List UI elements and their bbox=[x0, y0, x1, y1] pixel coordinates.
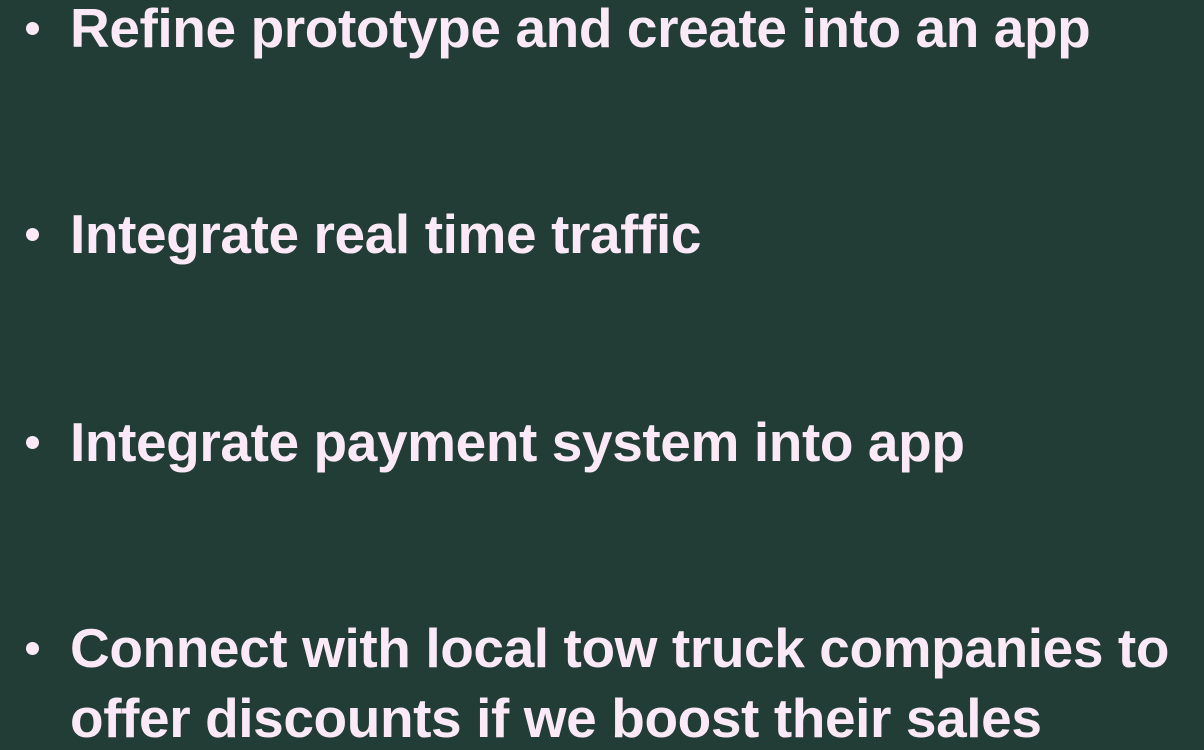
bullet-text: Connect with local tow truck companies t… bbox=[70, 617, 1170, 749]
bullet-point-icon bbox=[26, 436, 39, 449]
bullet-text: Refine prototype and create into an app bbox=[70, 0, 1091, 59]
slide: Refine prototype and create into an app … bbox=[0, 0, 1204, 750]
bullet-text: Integrate payment system into app bbox=[70, 411, 965, 473]
bullet-point-icon bbox=[26, 22, 39, 35]
bullet-text: Integrate real time traffic bbox=[70, 203, 702, 265]
bullet-point-icon bbox=[26, 228, 39, 241]
bullet-point-icon bbox=[26, 642, 39, 655]
